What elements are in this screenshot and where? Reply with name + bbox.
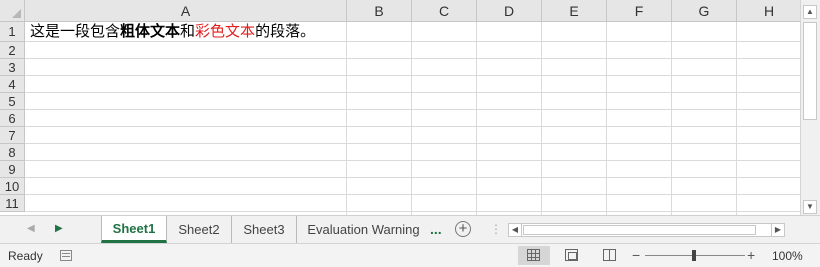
gridline [25,211,800,212]
horizontal-scrollbar[interactable]: ◀ ▶ [508,223,785,237]
cell-a1-text-bold: 粗体文本 [120,23,181,40]
zoom-out-icon[interactable]: − [632,247,640,263]
gridline [25,109,800,110]
status-ready-text: Ready [8,249,43,263]
column-header-f[interactable]: F [607,0,672,22]
scroll-right-icon[interactable]: ▶ [771,224,784,236]
select-all-corner[interactable] [0,0,25,22]
previous-sheet-icon[interactable]: ◀ [27,223,35,234]
scroll-down-icon[interactable]: ▼ [803,200,817,214]
scroll-left-icon[interactable]: ◀ [509,224,522,236]
zoom-level[interactable]: 100% [772,249,803,263]
gridline [736,22,737,215]
status-bar: Ready − + 100% [0,243,820,267]
gridline [671,22,672,215]
column-header-c[interactable]: C [412,0,477,22]
gridline [25,58,800,59]
page-layout-view-button[interactable] [556,246,588,265]
page-break-icon [603,249,616,261]
page-layout-icon [565,249,578,261]
normal-view-button[interactable] [518,246,550,265]
add-sheet-icon[interactable]: + [455,221,471,237]
gridline [411,22,412,215]
horizontal-scroll-thumb[interactable] [523,225,756,235]
row-header-6[interactable]: 6 [0,110,25,127]
gridline [541,22,542,215]
gridline [25,92,800,93]
gridline [25,75,800,76]
gridline [606,22,607,215]
gridline [25,160,800,161]
select-all-triangle-icon [12,9,21,18]
normal-view-icon [527,249,540,261]
cell-a1[interactable]: 这是一段包含粗体文本和彩色文本的段落。 [30,22,315,41]
row-header-9[interactable]: 9 [0,161,25,178]
tab-sheet1[interactable]: Sheet1 [101,216,167,243]
gridline [476,22,477,215]
gridline [25,143,800,144]
row-header-4[interactable]: 4 [0,76,25,93]
cell-a1-text-connector: 和 [180,23,196,40]
tab-sheet3[interactable]: Sheet3 [232,216,297,243]
gridline [25,126,800,127]
column-header-a[interactable]: A [25,0,347,22]
sheet-tab-bar: ◀ ▶ Sheet1 Sheet2 Sheet3 Evaluation Warn… [0,215,820,243]
column-header-e[interactable]: E [542,0,607,22]
column-header-h[interactable]: H [737,0,800,22]
tab-splitter-handle[interactable]: ⋮ [490,222,502,236]
scroll-up-icon[interactable]: ▲ [803,5,817,19]
gridline [25,41,800,42]
row-header-5[interactable]: 5 [0,93,25,110]
vertical-scroll-thumb[interactable] [803,22,817,120]
cell-a1-text-end: 的段落。 [255,23,316,40]
gridline [25,177,800,178]
row-header-7[interactable]: 7 [0,127,25,144]
column-header-b[interactable]: B [347,0,412,22]
page-break-view-button[interactable] [594,246,626,265]
cell-a1-text-colored: 彩色文本 [195,23,256,40]
next-sheet-icon[interactable]: ▶ [55,223,63,234]
zoom-in-icon[interactable]: + [747,247,755,263]
row-header-3[interactable]: 3 [0,59,25,76]
macro-record-icon[interactable] [60,250,72,261]
column-header-g[interactable]: G [672,0,737,22]
tab-evaluation-warning[interactable]: Evaluation Warning [297,216,430,243]
tab-sheet2[interactable]: Sheet2 [167,216,232,243]
worksheet-grid[interactable]: A B C D E F G H 1 2 3 4 5 6 7 8 9 10 11 … [0,0,800,215]
zoom-slider-thumb[interactable] [692,250,696,261]
row-header-10[interactable]: 10 [0,178,25,195]
row-header-11[interactable]: 11 [0,195,25,212]
gridline [346,22,347,215]
column-header-d[interactable]: D [477,0,542,22]
gridline [25,194,800,195]
more-tabs-button[interactable]: ... [430,216,442,243]
vertical-scrollbar[interactable]: ▲ ▼ [800,0,820,215]
row-header-1[interactable]: 1 [0,22,25,42]
row-header-2[interactable]: 2 [0,42,25,59]
row-header-8[interactable]: 8 [0,144,25,161]
cell-a1-text-plain: 这是一段包含 [30,23,121,40]
